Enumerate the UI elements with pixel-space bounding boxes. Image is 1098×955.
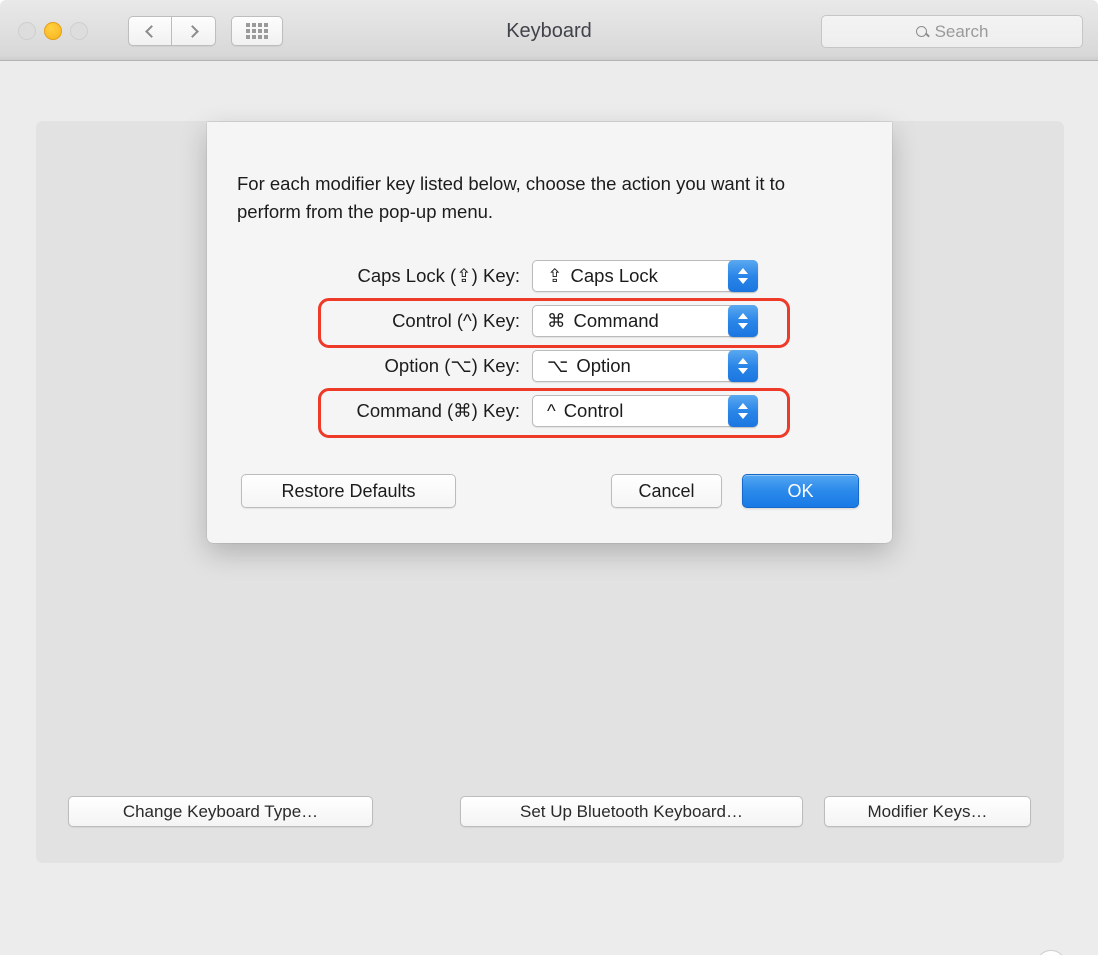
search-input[interactable]: Search (821, 15, 1083, 48)
window-titlebar: Keyboard Search (0, 0, 1098, 61)
option-action-popup[interactable]: ⌥ Option (532, 349, 758, 382)
search-placeholder-label: Search (934, 21, 989, 41)
sheet-description-text: For each modifier key listed below, choo… (237, 173, 786, 222)
popup-value-text: Command (573, 309, 659, 331)
popup-stepper-arrows-icon[interactable] (728, 304, 758, 337)
chevron-down-icon (738, 367, 748, 374)
chevron-down-icon (738, 322, 748, 329)
preferences-content: Change Keyboard Type… Set Up Bluetooth K… (0, 61, 1098, 955)
keyboard-preferences-window: Keyboard Search Change Keyboard Type… Se… (0, 0, 1098, 955)
modifier-row-label: Caps Lock (⇪) Key: (357, 264, 520, 286)
ok-button[interactable]: OK (742, 474, 859, 508)
modifier-row-label: Option (⌥) Key: (384, 354, 520, 376)
popup-stepper-arrows-icon[interactable] (728, 259, 758, 292)
modifier-keys-sheet: For each modifier key listed below, choo… (207, 122, 892, 543)
chevron-down-icon (738, 277, 748, 284)
modifier-row-caps-lock: Caps Lock (⇪) Key: ⇪ Caps Lock (207, 253, 892, 298)
chevron-up-icon (738, 357, 748, 364)
modifier-keys-button[interactable]: Modifier Keys… (824, 796, 1031, 827)
modifier-key-row-list: Caps Lock (⇪) Key: ⇪ Caps Lock Control (^… (207, 253, 892, 438)
modifier-row-control: Control (^) Key: ⌘ Command (207, 298, 892, 348)
chevron-up-icon (738, 312, 748, 319)
caps-lock-glyph-icon: ⇪ (547, 264, 563, 286)
popup-selected-value: ⌘ Command (533, 310, 659, 332)
set-up-bluetooth-keyboard-button[interactable]: Set Up Bluetooth Keyboard… (460, 796, 803, 827)
control-glyph-icon: ^ (547, 399, 556, 421)
popup-selected-value: ⌥ Option (533, 355, 631, 377)
modifier-row-option: Option (⌥) Key: ⌥ Option (207, 343, 892, 388)
caps-lock-action-popup[interactable]: ⇪ Caps Lock (532, 259, 758, 292)
option-glyph-icon: ⌥ (547, 354, 569, 376)
modifier-row-label: Command (⌘) Key: (356, 399, 520, 421)
command-action-popup[interactable]: ^ Control (532, 394, 758, 427)
modifier-row-command: Command (⌘) Key: ^ Control (207, 388, 892, 438)
chevron-up-icon (738, 267, 748, 274)
search-icon (915, 26, 927, 37)
control-action-popup[interactable]: ⌘ Command (532, 304, 758, 337)
popup-stepper-arrows-icon[interactable] (728, 394, 758, 427)
popup-selected-value: ⇪ Caps Lock (533, 265, 658, 287)
chevron-down-icon (738, 412, 748, 419)
chevron-up-icon (738, 402, 748, 409)
popup-stepper-arrows-icon[interactable] (728, 349, 758, 382)
command-glyph-icon: ⌘ (547, 309, 566, 331)
restore-defaults-button[interactable]: Restore Defaults (241, 474, 456, 508)
help-button[interactable]: ? (1036, 950, 1066, 955)
popup-value-text: Caps Lock (570, 264, 658, 286)
modifier-row-label: Control (^) Key: (392, 309, 520, 331)
cancel-button[interactable]: Cancel (611, 474, 722, 508)
sheet-button-bar: Restore Defaults Cancel OK (207, 474, 892, 508)
popup-value-text: Control (563, 399, 624, 421)
popup-selected-value: ^ Control (533, 400, 623, 422)
change-keyboard-type-button[interactable]: Change Keyboard Type… (68, 796, 373, 827)
popup-value-text: Option (576, 354, 631, 376)
